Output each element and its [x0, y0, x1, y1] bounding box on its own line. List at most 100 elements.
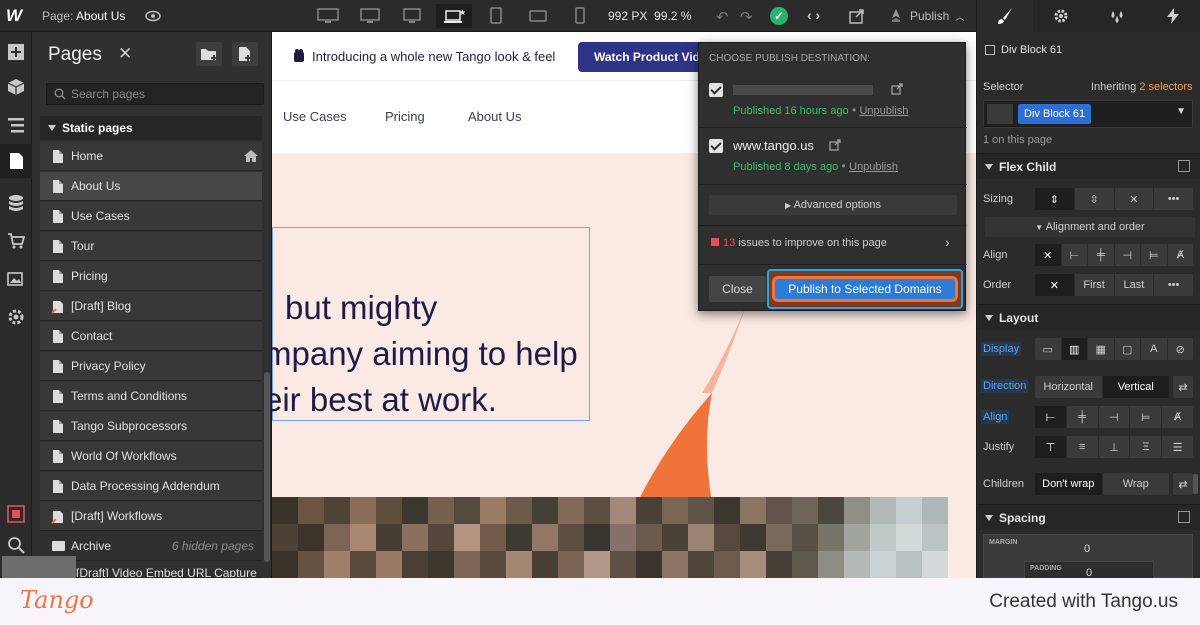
align-items-start-option[interactable]: ⊢ — [1035, 406, 1067, 428]
breakpoint-desktop-icon[interactable]: ★ — [436, 4, 472, 28]
pages-scrollbar[interactable] — [264, 372, 270, 562]
panel-scrollbar[interactable] — [1193, 474, 1198, 494]
add-element-icon[interactable] — [7, 43, 25, 61]
align-items-center-option[interactable]: ╪ — [1067, 406, 1099, 428]
order-none-option[interactable]: ✕ — [1035, 274, 1075, 296]
justify-center-option[interactable]: ≡ — [1067, 436, 1099, 458]
tab-settings[interactable] — [1033, 0, 1089, 32]
breakpoint-xl-icon[interactable] — [352, 4, 388, 28]
publish-button[interactable]: Publish ︿ — [884, 0, 976, 32]
audit-ok-icon[interactable]: ✓ — [770, 7, 788, 25]
order-last-option[interactable]: Last — [1115, 274, 1155, 296]
settings-gear-icon[interactable] — [7, 308, 25, 326]
domain-1-unpublish-link[interactable]: Unpublish — [859, 105, 908, 117]
share-icon[interactable] — [848, 7, 866, 25]
sizing-shrink-option[interactable]: ⇕ — [1035, 188, 1075, 210]
page-item-terms[interactable]: Terms and Conditions — [40, 382, 262, 411]
chevron-right-icon[interactable]: › — [945, 234, 950, 250]
add-page-button[interactable] — [232, 42, 258, 66]
page-item-home[interactable]: Home — [40, 142, 262, 171]
direction-vertical-option[interactable]: Vertical — [1102, 376, 1169, 398]
margin-top-value[interactable]: 0 — [1084, 543, 1090, 555]
align-items-end-option[interactable]: ⊣ — [1099, 406, 1131, 428]
display-inline-option[interactable]: A — [1141, 338, 1168, 360]
align-center-option[interactable]: ╪ — [1088, 244, 1115, 266]
external-link-icon[interactable] — [829, 139, 841, 151]
align-items-stretch-option[interactable]: ⊨ — [1130, 406, 1163, 428]
selector-chip[interactable]: Div Block 61 — [1018, 104, 1092, 124]
align-end-option[interactable]: ⊣ — [1115, 244, 1141, 266]
page-item-about-us[interactable]: About Us — [40, 172, 262, 201]
page-item-world-of-workflows[interactable]: World Of Workflows — [40, 442, 262, 471]
close-button[interactable]: Close — [709, 276, 766, 302]
domain-2-unpublish-link[interactable]: Unpublish — [849, 161, 898, 173]
display-inline-block-option[interactable]: ▢ — [1115, 338, 1141, 360]
align-items-baseline-option[interactable]: Ⱥ — [1162, 406, 1193, 428]
search-icon[interactable] — [7, 536, 25, 554]
breakpoint-xxl-icon[interactable] — [310, 4, 346, 28]
undo-icon[interactable]: ↶ — [716, 8, 729, 26]
display-label[interactable]: Display — [981, 342, 1022, 356]
add-folder-button[interactable] — [196, 42, 222, 66]
collapse-icon[interactable] — [1178, 160, 1190, 172]
page-item-subprocessors[interactable]: Tango Subprocessors — [40, 412, 262, 441]
close-panel-icon[interactable]: ✕ — [118, 44, 132, 64]
reverse-direction-icon[interactable]: ⇄ — [1173, 376, 1193, 398]
dont-wrap-option[interactable]: Don't wrap — [1035, 473, 1103, 495]
align-baseline-option[interactable]: Ⱥ — [1168, 244, 1194, 266]
redo-icon[interactable]: ↷ — [740, 8, 753, 26]
page-item-pricing[interactable]: Pricing — [40, 262, 262, 291]
domain-2-checkbox[interactable] — [709, 139, 723, 153]
domain-1-checkbox[interactable] — [709, 83, 723, 97]
ecommerce-cart-icon[interactable] — [7, 232, 25, 250]
tab-interactions[interactable] — [1145, 0, 1200, 32]
flex-child-section-header[interactable]: Flex Child — [977, 153, 1200, 179]
display-none-option[interactable]: ⊘ — [1168, 338, 1194, 360]
components-icon[interactable] — [7, 78, 25, 96]
alignment-order-toggle[interactable]: ▼ Alignment and order — [985, 217, 1195, 237]
page-item-privacy-policy[interactable]: Privacy Policy — [40, 352, 262, 381]
reverse-wrap-icon[interactable]: ⇄ — [1173, 473, 1193, 495]
display-flex-option[interactable]: ▥ — [1061, 338, 1088, 360]
code-export-icon[interactable]: ‹ › — [807, 7, 820, 23]
breakpoint-mobile-icon[interactable] — [562, 4, 598, 28]
cms-icon[interactable] — [7, 194, 25, 212]
justify-between-option[interactable]: Ξ — [1130, 436, 1163, 458]
align-start-option[interactable]: ⊢ — [1062, 244, 1088, 266]
display-block-option[interactable]: ▭ — [1035, 338, 1062, 360]
pages-icon[interactable] — [7, 152, 25, 170]
search-pages-input[interactable]: Search pages — [46, 83, 264, 105]
watch-product-video-button[interactable]: Watch Product Video — [578, 42, 708, 72]
preview-eye-icon[interactable] — [145, 8, 161, 24]
publish-to-selected-domains-button[interactable]: Publish to Selected Domains — [775, 279, 955, 299]
tab-style-manager[interactable] — [1089, 0, 1145, 32]
align-auto-option[interactable]: ✕ — [1035, 244, 1062, 266]
breakpoint-tablet-icon[interactable] — [478, 4, 514, 28]
inheriting-info[interactable]: Inheriting 2 selectors — [1091, 81, 1193, 93]
justify-around-option[interactable]: ☰ — [1162, 436, 1193, 458]
sizing-none-option[interactable]: ✕ — [1115, 188, 1155, 210]
canvas-dimensions[interactable]: 992 PX 99.2 % — [608, 9, 691, 23]
breakpoint-lg-icon[interactable] — [394, 4, 430, 28]
display-grid-option[interactable]: ▦ — [1088, 338, 1115, 360]
page-item-use-cases[interactable]: Use Cases — [40, 202, 262, 231]
navigator-icon[interactable] — [7, 116, 25, 134]
spacing-section-header[interactable]: Spacing — [977, 504, 1200, 530]
align-items-label[interactable]: Align — [981, 410, 1010, 424]
align-stretch-option[interactable]: ⊨ — [1141, 244, 1168, 266]
margin-box[interactable]: MARGIN 0 PADDING 0 — [983, 534, 1193, 579]
justify-start-option[interactable]: ⊤ — [1035, 436, 1067, 458]
wrap-option[interactable]: Wrap — [1103, 473, 1170, 495]
page-item-contact[interactable]: Contact — [40, 322, 262, 351]
tab-style[interactable] — [977, 0, 1033, 32]
direction-label[interactable]: Direction — [981, 379, 1029, 393]
nav-link-about-us[interactable]: About Us — [468, 109, 521, 124]
page-item-draft-blog[interactable]: [Draft] Blog — [40, 292, 262, 321]
spacing-expand-icon[interactable] — [1178, 511, 1190, 523]
external-link-icon[interactable] — [891, 83, 903, 95]
order-first-option[interactable]: First — [1075, 274, 1115, 296]
current-page-indicator[interactable]: Page: About Us — [42, 9, 125, 23]
selector-dropdown-icon[interactable]: ▼ — [1176, 106, 1186, 117]
layout-section-header[interactable]: Layout — [977, 304, 1200, 330]
page-item-draft-workflows[interactable]: [Draft] Workflows — [40, 502, 262, 531]
